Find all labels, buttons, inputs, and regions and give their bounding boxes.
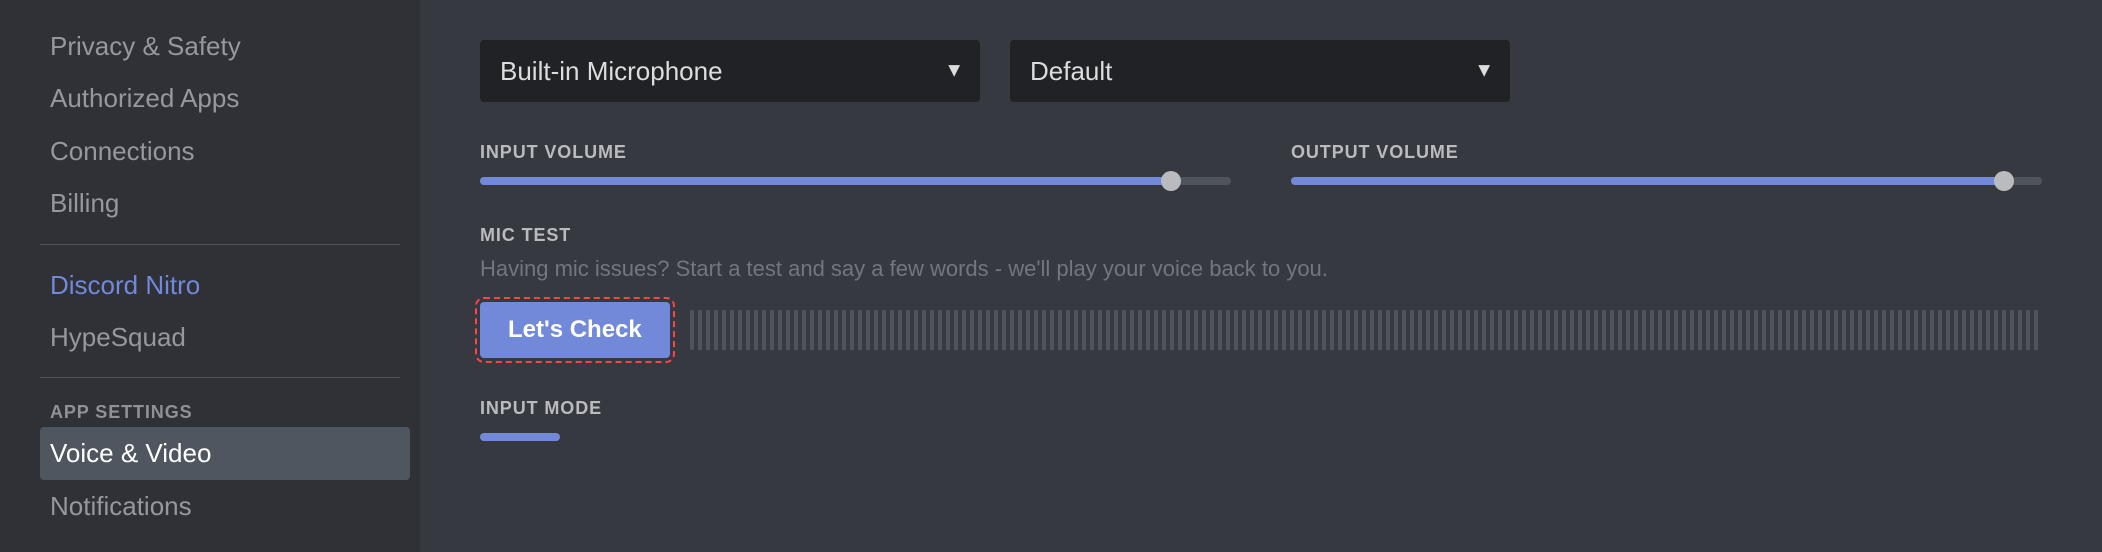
input-mode-section: INPUT MODE xyxy=(480,398,2042,441)
output-volume-thumb[interactable] xyxy=(1994,171,2014,191)
sidebar-item-hypesquad[interactable]: HypeSquad xyxy=(40,311,410,363)
input-volume-item: INPUT VOLUME xyxy=(480,142,1231,185)
device-select-row: Built-in Microphone ▼ Default ▼ xyxy=(480,40,2042,102)
input-volume-thumb[interactable] xyxy=(1161,171,1181,191)
input-mode-bar xyxy=(480,433,560,441)
output-volume-fill xyxy=(1291,177,2004,185)
volume-row: INPUT VOLUME OUTPUT VOLUME xyxy=(480,142,2042,185)
input-volume-slider[interactable] xyxy=(480,177,1231,185)
input-volume-label: INPUT VOLUME xyxy=(480,142,1231,163)
mic-test-row: Let's Check xyxy=(480,302,2042,358)
input-volume-fill xyxy=(480,177,1171,185)
output-volume-slider[interactable] xyxy=(1291,177,2042,185)
lets-check-button[interactable]: Let's Check xyxy=(480,302,670,358)
sidebar-item-billing[interactable]: Billing xyxy=(40,177,410,229)
sidebar-item-discord-nitro[interactable]: Discord Nitro xyxy=(40,259,410,311)
main-content: Built-in Microphone ▼ Default ▼ INPUT VO… xyxy=(420,0,2102,552)
mic-visualizer xyxy=(690,310,2042,350)
sidebar-item-connections[interactable]: Connections xyxy=(40,125,410,177)
sidebar: Privacy & Safety Authorized Apps Connect… xyxy=(0,0,420,552)
output-select-wrapper: Default ▼ xyxy=(1010,40,1510,102)
microphone-select-wrapper: Built-in Microphone ▼ xyxy=(480,40,980,102)
sidebar-section-app-settings: APP SETTINGS xyxy=(40,392,410,427)
microphone-select[interactable]: Built-in Microphone xyxy=(480,40,980,102)
sidebar-item-privacy-safety[interactable]: Privacy & Safety xyxy=(40,20,410,72)
mic-test-section: MIC TEST Having mic issues? Start a test… xyxy=(480,225,2042,358)
output-volume-item: OUTPUT VOLUME xyxy=(1291,142,2042,185)
sidebar-item-authorized-apps[interactable]: Authorized Apps xyxy=(40,72,410,124)
mic-test-description: Having mic issues? Start a test and say … xyxy=(480,256,2042,282)
volume-section: INPUT VOLUME OUTPUT VOLUME xyxy=(480,142,2042,185)
output-select[interactable]: Default xyxy=(1010,40,1510,102)
input-mode-label: INPUT MODE xyxy=(480,398,2042,419)
sidebar-divider-2 xyxy=(40,377,400,378)
output-volume-label: OUTPUT VOLUME xyxy=(1291,142,2042,163)
sidebar-item-voice-video[interactable]: Voice & Video xyxy=(40,427,410,479)
sidebar-divider-1 xyxy=(40,244,400,245)
mic-test-label: MIC TEST xyxy=(480,225,2042,246)
sidebar-item-notifications[interactable]: Notifications xyxy=(40,480,410,532)
